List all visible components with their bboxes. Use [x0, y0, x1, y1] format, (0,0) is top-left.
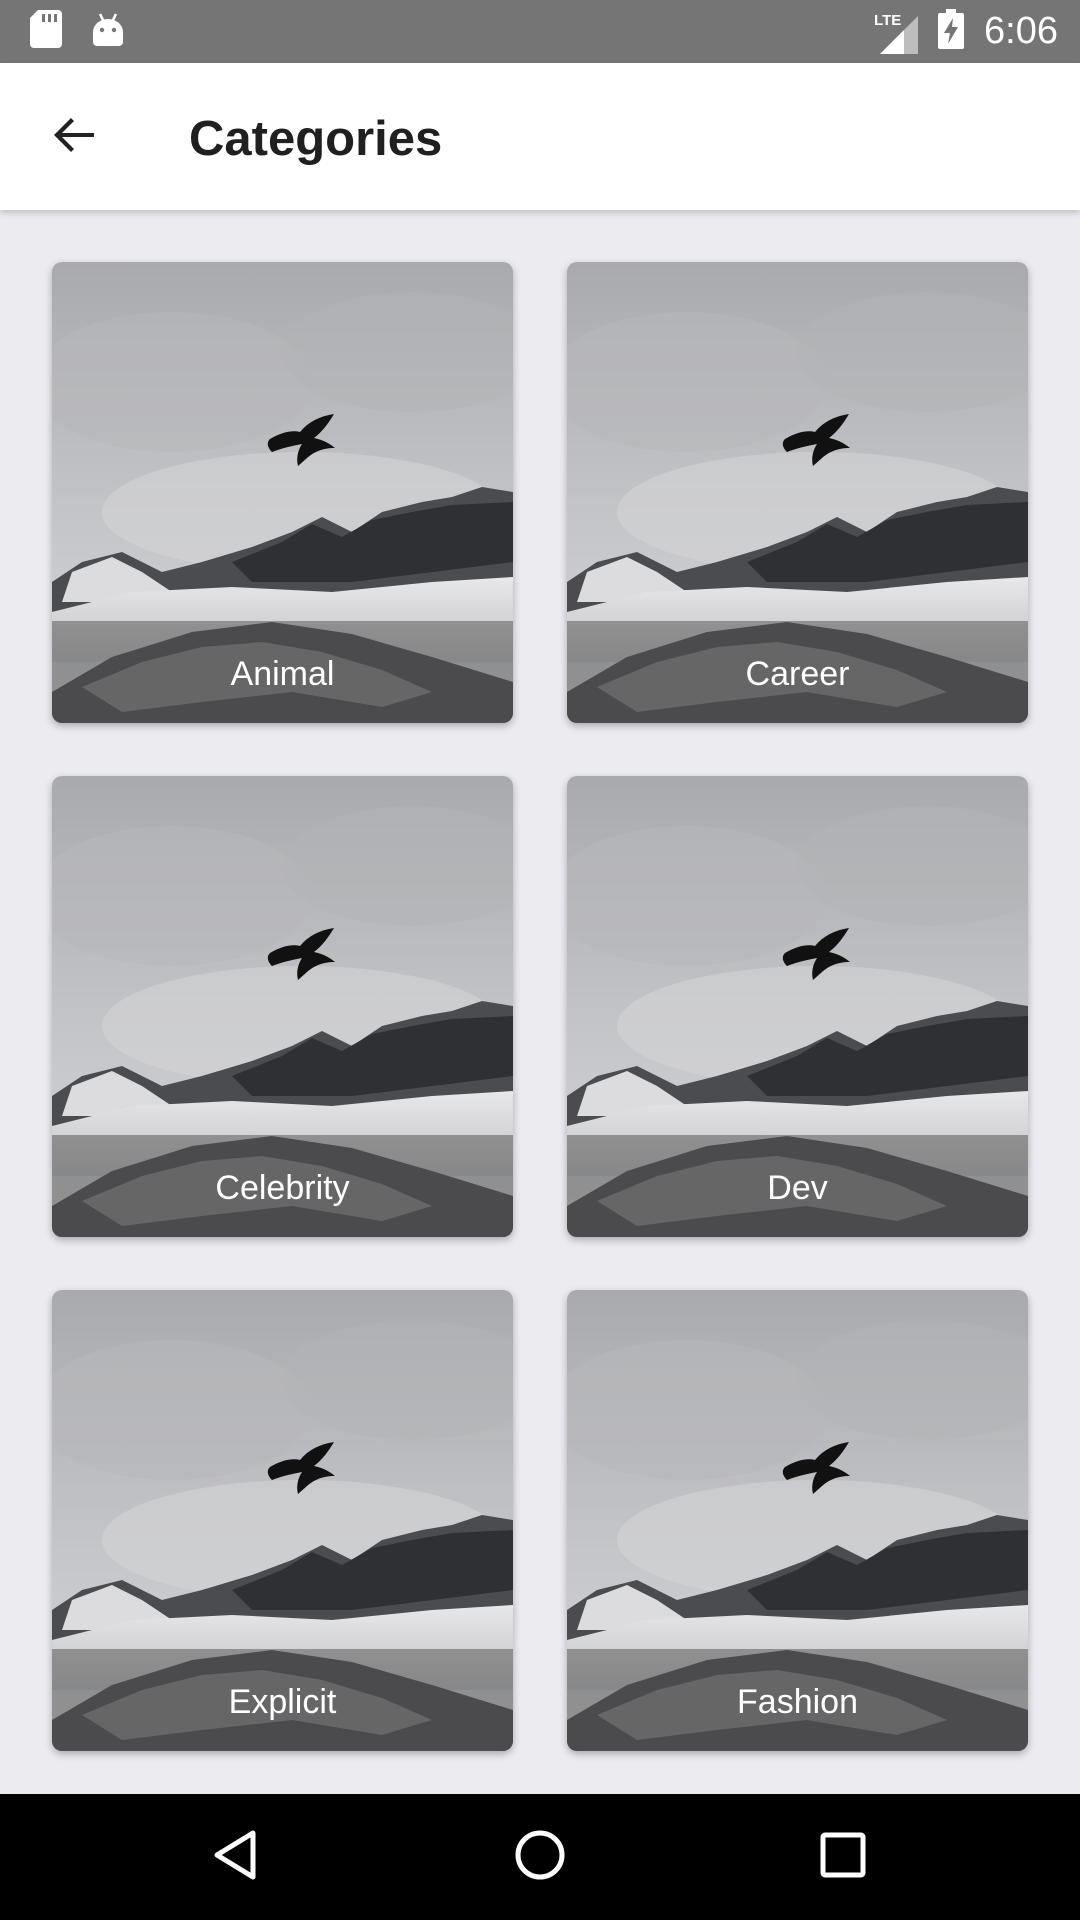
category-card[interactable]: Explicit: [52, 1290, 513, 1751]
battery-charging-icon: [938, 9, 965, 54]
status-time: 6:06: [984, 10, 1058, 52]
category-label: Career: [567, 621, 1028, 723]
nav-home-button[interactable]: [495, 1818, 585, 1896]
status-left-icons: [30, 10, 124, 53]
sd-card-icon: [30, 10, 62, 53]
status-bar: LTE 6:06: [0, 0, 1080, 63]
app-bar: Categories: [0, 63, 1080, 210]
category-card[interactable]: Celebrity: [52, 776, 513, 1237]
category-card[interactable]: Dev: [567, 776, 1028, 1237]
status-right-icons: LTE 6:06: [874, 0, 1058, 63]
back-button[interactable]: [30, 101, 118, 173]
signal-icon: LTE: [874, 10, 919, 54]
navigation-bar: [0, 1794, 1080, 1920]
android-icon: [92, 12, 124, 51]
arrow-back-icon: [50, 111, 98, 164]
recents-square-icon: [820, 1832, 866, 1883]
back-triangle-icon: [211, 1829, 259, 1886]
category-card[interactable]: Fashion: [567, 1290, 1028, 1751]
category-label: Fashion: [567, 1649, 1028, 1751]
page-title: Categories: [189, 112, 443, 166]
category-label: Dev: [567, 1135, 1028, 1237]
category-label: Animal: [52, 621, 513, 723]
category-label: Explicit: [52, 1649, 513, 1751]
category-card[interactable]: Animal: [52, 262, 513, 723]
nav-back-button[interactable]: [190, 1818, 280, 1896]
category-grid: Animal Career Celebrity Dev Explicit Fas…: [52, 262, 1028, 1751]
category-label: Celebrity: [52, 1135, 513, 1237]
home-circle-icon: [514, 1829, 566, 1886]
category-card[interactable]: Career: [567, 262, 1028, 723]
nav-recents-button[interactable]: [798, 1818, 888, 1896]
